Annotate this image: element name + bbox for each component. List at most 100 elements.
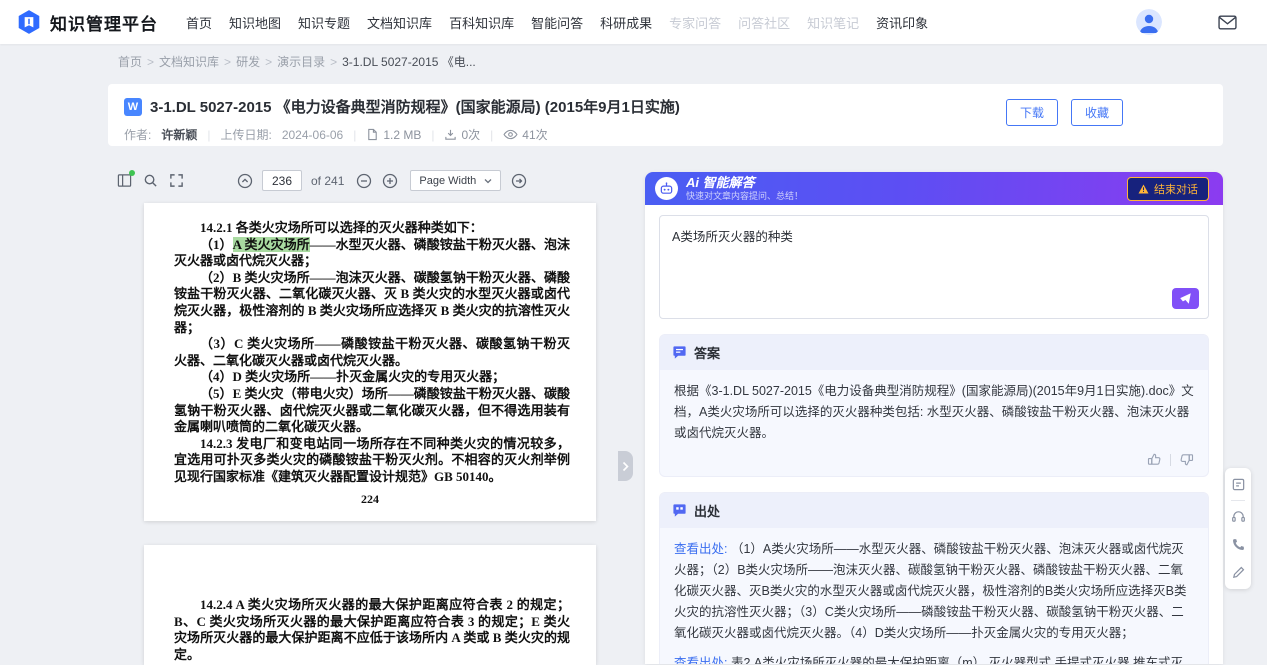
- word-file-icon: W: [124, 98, 142, 116]
- upload-date-value: 2024-06-06: [282, 128, 343, 142]
- chevron-right-icon: [622, 461, 629, 472]
- answer-feedback: [660, 450, 1208, 476]
- ai-robot-icon: [655, 177, 678, 200]
- page-number: 224: [144, 492, 596, 507]
- breadcrumb-rd[interactable]: 研发: [236, 53, 260, 70]
- source-text: （1）A类火灾场所——水型灭火器、磷酸铵盐干粉灭火器、泡沫灭火器或卤代烷灭火器；…: [674, 542, 1187, 640]
- download-icon: [444, 128, 457, 141]
- download-button[interactable]: 下载: [1006, 99, 1058, 126]
- doc-paragraph: 14.2.3 发电厂和变电站同一场所存在不同种类火灾的情况较多，宜选用可扑灭多类…: [174, 436, 570, 486]
- search-icon[interactable]: [142, 172, 159, 189]
- navbar-right: [1136, 9, 1251, 35]
- edit-pencil-icon[interactable]: [1231, 565, 1246, 580]
- answer-section: 答案 根据《3-1.DL 5027-2015《电力设备典型消防规程》(国家能源局…: [659, 334, 1209, 477]
- end-chat-button[interactable]: 结束对话: [1127, 177, 1209, 201]
- ai-panel-title: Ai 智能解答: [686, 176, 803, 191]
- zoom-mode-select[interactable]: Page Width: [410, 170, 501, 191]
- document-actions: 下载 收藏: [1006, 99, 1123, 126]
- breadcrumb-separator: >: [147, 55, 154, 69]
- source-item: 查看出处: 表2 A类火灾场所灭火器的最大保护距离（m） 灭火器型式 手提式灭火…: [674, 653, 1194, 664]
- zoom-out-icon[interactable]: [355, 172, 372, 189]
- search-highlight: A 类火灾场所: [233, 237, 310, 252]
- question-input[interactable]: A类场所灭火器的种类: [659, 215, 1209, 319]
- breadcrumb-home[interactable]: 首页: [118, 53, 142, 70]
- breadcrumb-separator: >: [265, 55, 272, 69]
- feedback-divider: [1170, 454, 1171, 466]
- app-logo[interactable]: 知识管理平台: [16, 9, 158, 35]
- breadcrumb-doc-library[interactable]: 文档知识库: [159, 53, 219, 70]
- doc-paragraph: （2）B 类火灾场所——泡沫灭火器、碳酸氢钠干粉灭火器、磷酸铵盐干粉灭火器、二氧…: [174, 270, 570, 336]
- ai-title-group: Ai 智能解答 快速对文章内容提问、总结！: [686, 176, 803, 201]
- toolbar-divider: [1231, 500, 1245, 501]
- download-count-value: 0次: [461, 126, 480, 143]
- answer-section-header: 答案: [660, 335, 1208, 370]
- meta-divider: |: [431, 128, 434, 142]
- meta-divider: |: [207, 128, 210, 142]
- document-title: 3-1.DL 5027-2015 《电力设备典型消防规程》(国家能源局) (20…: [150, 96, 680, 117]
- file-size: 1.2 MB: [366, 128, 421, 142]
- download-count: 0次: [444, 126, 480, 143]
- file-icon: [366, 128, 379, 141]
- nav-item-home[interactable]: 首页: [184, 9, 214, 36]
- pdf-page-2: 14.2.4 A 类火灾场所灭火器的最大保护距离应符合表 2 的规定；B、C 类…: [144, 545, 596, 665]
- app-title: 知识管理平台: [50, 10, 158, 35]
- feedback-note-icon[interactable]: [1231, 477, 1246, 492]
- mail-icon[interactable]: [1218, 15, 1237, 30]
- document-meta: 作者: 许新颖 | 上传日期: 2024-06-06 | 1.2 MB | 0次…: [124, 126, 1207, 143]
- page-number-input[interactable]: [262, 170, 302, 191]
- headset-icon[interactable]: [1231, 509, 1246, 524]
- send-button[interactable]: [1172, 288, 1199, 309]
- phone-icon[interactable]: [1231, 537, 1246, 552]
- nav-item-wiki-library[interactable]: 百科知识库: [447, 9, 516, 36]
- end-chat-label: 结束对话: [1154, 181, 1198, 197]
- source-text: 表2 A类火灾场所灭火器的最大保护距离（m） 灭火器型式 手提式灭火器 推车式灭…: [674, 656, 1183, 664]
- nav-item-qa-community[interactable]: 问答社区: [736, 9, 792, 36]
- breadcrumb-demo-dir[interactable]: 演示目录: [277, 53, 325, 70]
- zoom-mode-value: Page Width: [419, 175, 476, 187]
- zoom-in-icon[interactable]: [381, 172, 398, 189]
- nav-item-news[interactable]: 资讯印象: [874, 9, 930, 36]
- nav-item-smart-qa[interactable]: 智能问答: [529, 9, 585, 36]
- file-size-value: 1.2 MB: [383, 128, 421, 142]
- fullscreen-icon[interactable]: [168, 172, 185, 189]
- view-source-link[interactable]: 查看出处:: [674, 656, 727, 664]
- pdf-toolbar: of 241 Page Width: [108, 158, 632, 199]
- view-source-link[interactable]: 查看出处:: [674, 542, 727, 556]
- nav-item-research-results[interactable]: 科研成果: [598, 9, 654, 36]
- user-avatar[interactable]: [1136, 9, 1162, 35]
- doc-paragraph: （4）D 类火灾场所——扑灭金属火灾的专用灭火器；: [174, 369, 570, 386]
- source-icon: [672, 503, 687, 518]
- nav-item-knowledge-notes[interactable]: 知识笔记: [805, 9, 861, 36]
- pdf-page-2-text: 14.2.4 A 类火灾场所灭火器的最大保护距离应符合表 2 的规定；B、C 类…: [144, 545, 596, 663]
- nav-item-expert-qa[interactable]: 专家问答: [667, 9, 723, 36]
- top-navbar: 知识管理平台 首页 知识地图 知识专题 文档知识库 百科知识库 智能问答 科研成…: [0, 0, 1267, 44]
- nav-item-knowledge-map[interactable]: 知识地图: [227, 9, 283, 36]
- ai-panel-header: Ai 智能解答 快速对文章内容提问、总结！ 结束对话: [645, 172, 1223, 205]
- question-text: A类场所灭火器的种类: [672, 230, 793, 244]
- doc-paragraph: （3）C 类火灾场所——磷酸铵盐干粉灭火器、碳酸氢钠干粉灭火器、二氧化碳灭火器或…: [174, 336, 570, 369]
- collapse-panel-handle[interactable]: [618, 451, 633, 481]
- floating-side-toolbar: [1225, 468, 1251, 589]
- document-header-card: W 3-1.DL 5027-2015 《电力设备典型消防规程》(国家能源局) (…: [108, 84, 1223, 146]
- breadcrumb-current: 3-1.DL 5027-2015 《电...: [342, 53, 476, 70]
- thumbs-down-icon[interactable]: [1179, 452, 1194, 467]
- pdf-page-1: 14.2.1 各类火灾场所可以选择的灭火器种类如下： （1）A 类火灾场所——水…: [144, 203, 596, 521]
- rotate-icon[interactable]: [510, 172, 527, 189]
- page-up-icon[interactable]: [236, 172, 253, 189]
- answer-text: 根据《3-1.DL 5027-2015《电力设备典型消防规程》(国家能源局)(2…: [660, 370, 1208, 450]
- logo-icon: [16, 9, 42, 35]
- thumbnail-panel-icon[interactable]: [116, 172, 133, 189]
- favorite-button[interactable]: 收藏: [1071, 99, 1123, 126]
- pdf-page-1-text: 14.2.1 各类火灾场所可以选择的灭火器种类如下： （1）A 类火灾场所——水…: [144, 203, 596, 486]
- view-count: 41次: [503, 126, 547, 143]
- meta-divider: |: [353, 128, 356, 142]
- source-section: 出处 查看出处: （1）A类火灾场所——水型灭火器、磷酸铵盐干粉灭火器、泡沫灭火…: [659, 492, 1209, 664]
- doc-paragraph: 14.2.1 各类火灾场所可以选择的灭火器种类如下：: [174, 220, 570, 237]
- send-icon: [1179, 292, 1192, 305]
- page-total-label: of 241: [311, 174, 344, 188]
- doc-paragraph: （5）E 类火灾（带电火灾）场所——磷酸铵盐干粉灭火器、碳酸氢钠干粉灭火器、卤代…: [174, 386, 570, 436]
- nav-item-doc-library[interactable]: 文档知识库: [365, 9, 434, 36]
- author-value: 许新颖: [161, 126, 197, 143]
- thumbs-up-icon[interactable]: [1147, 452, 1162, 467]
- nav-item-knowledge-topic[interactable]: 知识专题: [296, 9, 352, 36]
